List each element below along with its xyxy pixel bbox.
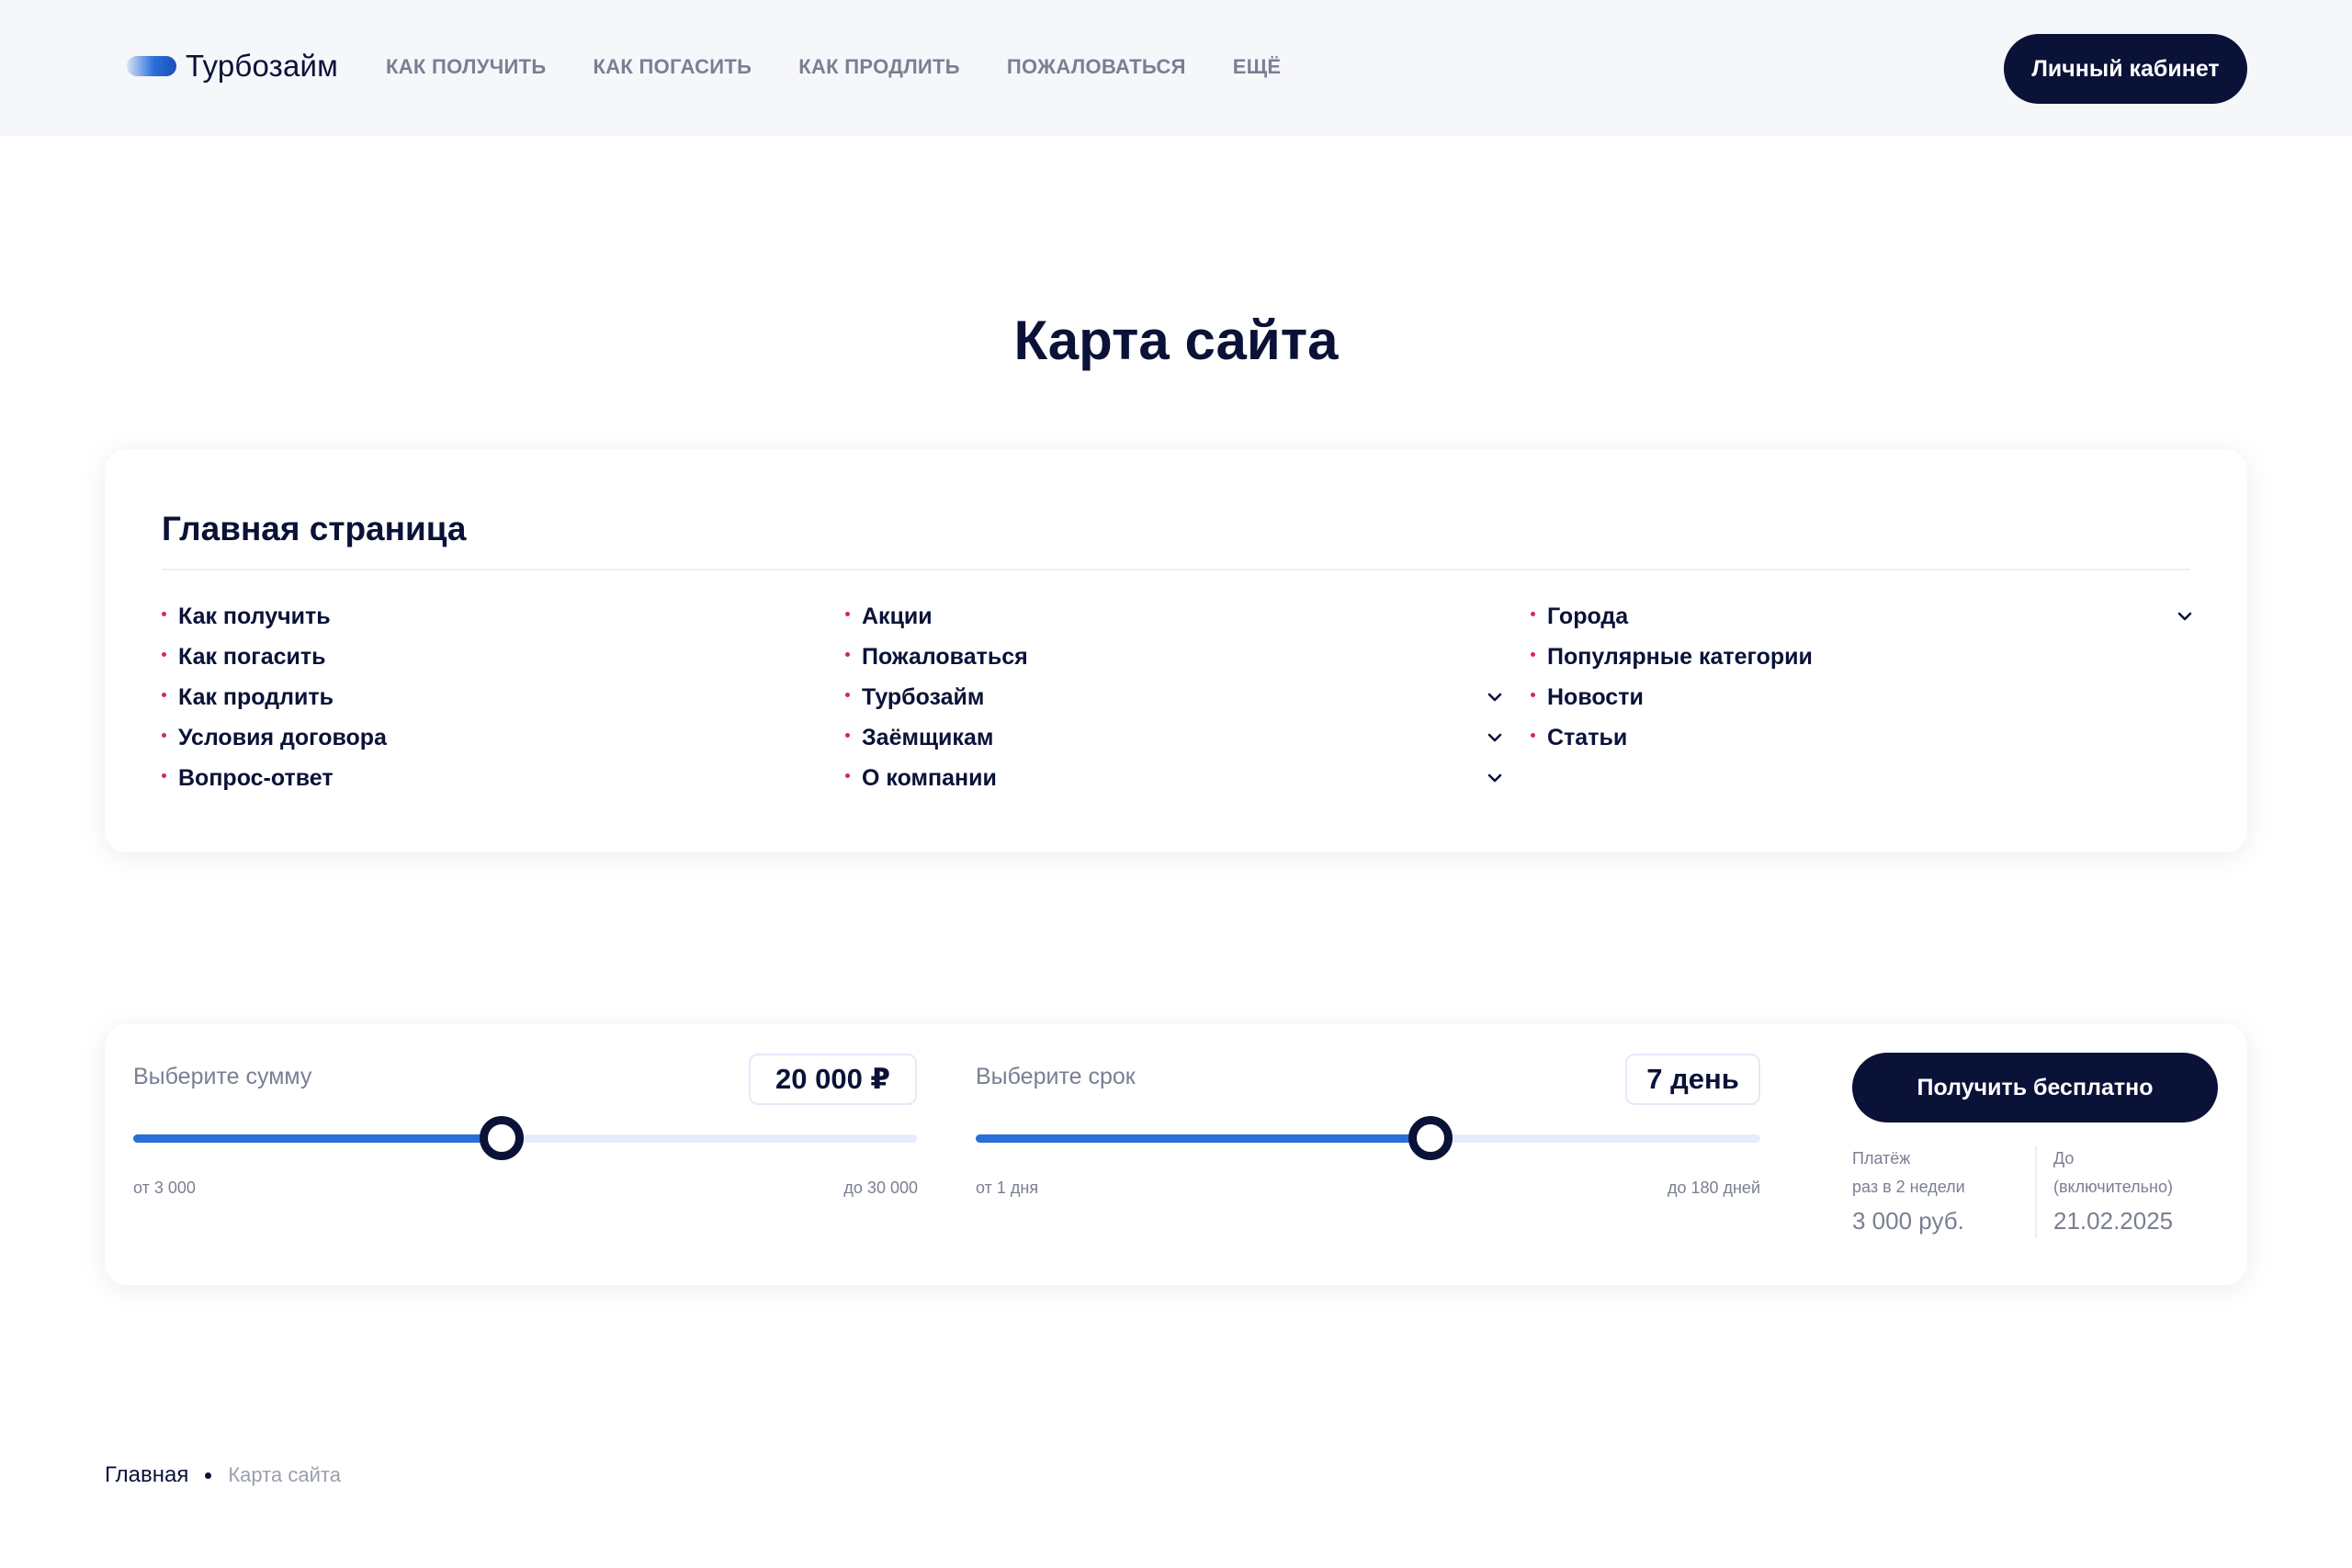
sitemap-link-about-company[interactable]: О компании	[845, 758, 1604, 798]
bullet-icon	[845, 732, 850, 738]
sitemap-link-label: Новости	[1547, 683, 1644, 710]
site-header: Турбозайм КАК ПОЛУЧИТЬ КАК ПОГАСИТЬ КАК …	[0, 0, 2352, 136]
amount-slider-track[interactable]	[133, 1134, 917, 1143]
breadcrumb-current: Карта сайта	[228, 1463, 341, 1486]
amount-value[interactable]: 20 000 ₽	[749, 1054, 917, 1105]
sitemap-column-3: Города Популярные категории Новости Стат…	[1531, 596, 2293, 758]
bullet-icon	[845, 611, 850, 616]
term-slider-fill	[976, 1134, 1431, 1143]
nav-item-complain[interactable]: ПОЖАЛОВАТЬСЯ	[1007, 55, 1186, 79]
amount-label: Выберите сумму	[133, 1064, 312, 1089]
sitemap-link-contract-terms[interactable]: Условия договора	[162, 717, 805, 758]
sitemap-link-label: Акции	[862, 603, 933, 629]
term-slider-track[interactable]	[976, 1134, 1760, 1143]
term-max-label: до 180 дней	[1667, 1179, 1760, 1197]
divider	[162, 569, 2190, 570]
nav-item-how-to-get[interactable]: КАК ПОЛУЧИТЬ	[386, 55, 546, 79]
sitemap-link-label: Условия договора	[178, 724, 387, 750]
sitemap-link-how-to-get[interactable]: Как получить	[162, 596, 805, 637]
due-caption-line2: (включительно)	[2053, 1178, 2173, 1196]
chevron-down-icon[interactable]	[1486, 728, 1504, 747]
sitemap-link-label: Как погасить	[178, 643, 326, 670]
chevron-down-icon[interactable]	[1486, 688, 1504, 706]
bullet-icon	[845, 651, 850, 657]
personal-account-button[interactable]: Личный кабинет	[2004, 34, 2247, 104]
term-label: Выберите срок	[976, 1064, 1136, 1089]
sitemap-link-how-to-repay[interactable]: Как погасить	[162, 637, 805, 677]
sitemap-link-label: Заёмщикам	[862, 724, 994, 750]
bullet-icon	[162, 611, 166, 616]
payment-value: 3 000 руб.	[1852, 1207, 1964, 1235]
amount-max-label: до 30 000	[843, 1179, 918, 1197]
sitemap-link-label: Как продлить	[178, 683, 334, 710]
sitemap-column-2: Акции Пожаловаться Турбозайм Заёмщикам О…	[845, 596, 1604, 798]
breadcrumb-home-link[interactable]: Главная	[105, 1462, 188, 1488]
nav-item-more[interactable]: ЕЩЁ	[1233, 55, 1282, 79]
sitemap-link-faq[interactable]: Вопрос-ответ	[162, 758, 805, 798]
bullet-icon	[845, 773, 850, 778]
divider	[2035, 1146, 2037, 1238]
sitemap-link-label: Популярные категории	[1547, 643, 1813, 670]
sitemap-link-cities[interactable]: Города	[1531, 596, 2293, 637]
sitemap-link-articles[interactable]: Статьи	[1531, 717, 2293, 758]
sitemap-link-label: Турбозайм	[862, 683, 985, 710]
get-for-free-button[interactable]: Получить бесплатно	[1852, 1053, 2218, 1122]
due-caption-line1: До	[2053, 1149, 2075, 1168]
loan-calculator: Выберите сумму 20 000 ₽ от 3 000 до 30 0…	[105, 1024, 2247, 1285]
bullet-icon	[1531, 732, 1535, 738]
due-date-value: 21.02.2025	[2053, 1207, 2174, 1235]
sitemap-link-complain[interactable]: Пожаловаться	[845, 637, 1604, 677]
term-min-label: от 1 дня	[976, 1179, 1039, 1197]
nav-item-how-to-repay[interactable]: КАК ПОГАСИТЬ	[593, 55, 752, 79]
logo[interactable]: Турбозайм	[127, 48, 338, 85]
bullet-icon	[162, 651, 166, 657]
sitemap-link-popular-categories[interactable]: Популярные категории	[1531, 637, 2293, 677]
amount-slider-fill	[133, 1134, 502, 1143]
nav-item-how-to-extend[interactable]: КАК ПРОДЛИТЬ	[798, 55, 960, 79]
term-value[interactable]: 7 день	[1625, 1054, 1760, 1105]
breadcrumb: Главная Карта сайта	[105, 1462, 341, 1488]
amount-min-label: от 3 000	[133, 1179, 196, 1197]
logo-mark-icon	[127, 56, 176, 76]
chevron-down-icon[interactable]	[1486, 769, 1504, 787]
sitemap-section-title[interactable]: Главная страница	[162, 510, 467, 548]
bullet-icon	[1531, 651, 1535, 657]
sitemap-link-turbozaim[interactable]: Турбозайм	[845, 677, 1604, 717]
payment-caption-line1: Платёж	[1852, 1149, 1911, 1168]
sitemap-column-1: Как получить Как погасить Как продлить У…	[162, 596, 805, 798]
sitemap-card: Главная страница Как получить Как погаси…	[105, 449, 2247, 852]
sitemap-link-label: Как получить	[178, 603, 331, 629]
amount-slider-handle[interactable]	[479, 1116, 524, 1160]
bullet-icon	[162, 773, 166, 778]
sitemap-link-label: Вопрос-ответ	[178, 764, 334, 791]
logo-text: Турбозайм	[186, 49, 339, 83]
payment-caption-line2: раз в 2 недели	[1852, 1178, 1965, 1196]
sitemap-link-label: Города	[1547, 603, 1629, 629]
sitemap-link-news[interactable]: Новости	[1531, 677, 2293, 717]
bullet-icon	[1531, 692, 1535, 697]
bullet-icon	[162, 732, 166, 738]
sitemap-link-how-to-extend[interactable]: Как продлить	[162, 677, 805, 717]
sitemap-link-borrowers[interactable]: Заёмщикам	[845, 717, 1604, 758]
sitemap-link-label: Пожаловаться	[862, 643, 1028, 670]
bullet-icon	[1531, 611, 1535, 616]
bullet-icon	[845, 692, 850, 697]
chevron-down-icon[interactable]	[2176, 607, 2194, 626]
term-slider-handle[interactable]	[1408, 1116, 1453, 1160]
breadcrumb-separator-icon	[205, 1472, 212, 1479]
bullet-icon	[162, 692, 166, 697]
sitemap-link-promotions[interactable]: Акции	[845, 596, 1604, 637]
sitemap-link-label: О компании	[862, 764, 997, 791]
page-title: Карта сайта	[1013, 310, 1339, 371]
main-nav: КАК ПОЛУЧИТЬ КАК ПОГАСИТЬ КАК ПРОДЛИТЬ П…	[386, 55, 1328, 79]
sitemap-link-label: Статьи	[1547, 724, 1628, 750]
